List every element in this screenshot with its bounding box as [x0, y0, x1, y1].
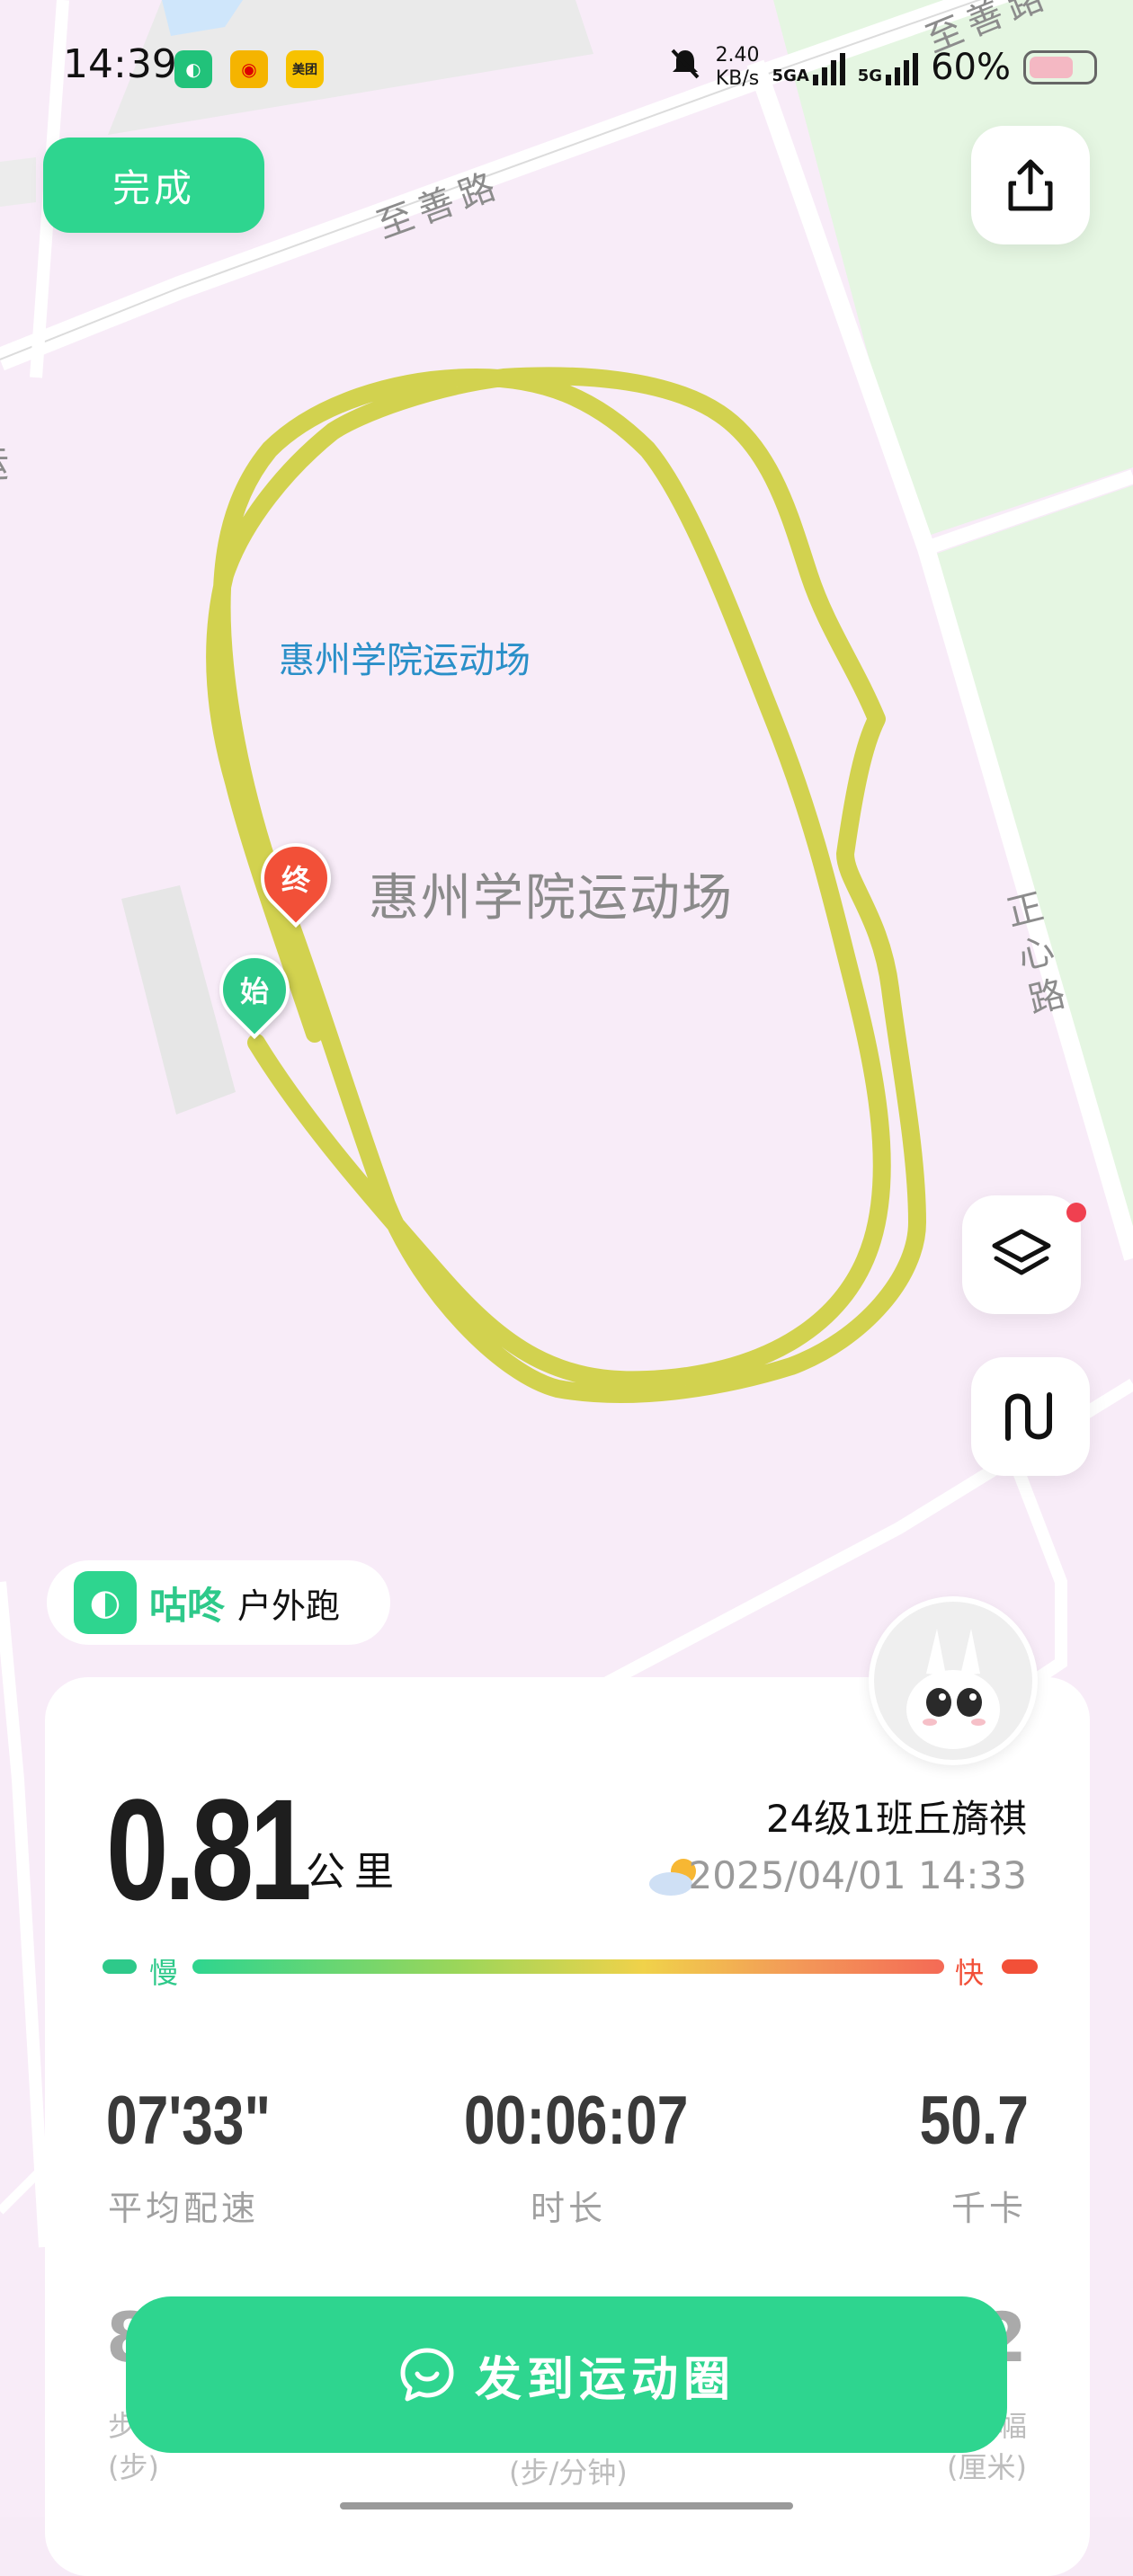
map-area-label: 惠州学院运动场 — [369, 869, 734, 928]
weibo-app-icon: ◉ — [230, 50, 268, 88]
share-icon — [1008, 159, 1053, 211]
calories-value: 50.7 — [919, 2083, 1029, 2159]
pace-bar-fast-end — [1002, 1959, 1038, 1974]
distance-value: 0.81 — [106, 1769, 312, 1930]
duration-label: 时长 — [531, 2189, 607, 2228]
layers-icon — [992, 1229, 1051, 1275]
distance-unit: 公里 — [306, 1849, 403, 1895]
avg-pace-label: 平均配速 — [108, 2189, 260, 2228]
chat-icon — [400, 2348, 454, 2402]
cadence-unit-partial: (步/分钟) — [509, 2456, 628, 2490]
status-right: 2.40 KB/s 5GA 5G 60% — [667, 36, 1097, 99]
map-layers-button[interactable] — [962, 1195, 1081, 1314]
net-speed: 2.40 KB/s — [715, 44, 760, 90]
mute-icon — [667, 45, 703, 90]
user-name: 24级1班丘旖祺 — [765, 1797, 1027, 1841]
post-button-label: 发到运动圈 — [474, 2352, 736, 2407]
codoon-logo-icon: ◐ — [74, 1571, 137, 1634]
route-replay-button[interactable] — [971, 1357, 1090, 1476]
signal-bars-icon — [812, 49, 845, 85]
activity-type: 户外跑 — [237, 1586, 341, 1626]
sim1-signal: 5GA — [772, 49, 845, 85]
activity-datetime: 2025/04/01 14:33 — [688, 1853, 1027, 1897]
map-poi-label: 惠州学院运动场 — [279, 640, 531, 681]
signal-bars-icon — [886, 49, 919, 85]
sim2-signal: 5G — [858, 49, 919, 85]
brand-name: 咕咚 — [149, 1583, 226, 1628]
post-to-feed-button[interactable]: 发到运动圈 — [126, 2296, 1007, 2453]
pace-bar-gradient — [192, 1959, 944, 1974]
meituan-app-icon: 美团 — [286, 50, 324, 88]
done-button[interactable]: 完成 — [43, 138, 264, 233]
slow-label: 慢 — [149, 1956, 179, 1990]
mascot-avatar[interactable] — [869, 1596, 1038, 1765]
duration-value: 00:06:07 — [464, 2083, 689, 2159]
notification-dot — [1066, 1203, 1086, 1222]
calories-label: 千卡 — [950, 2189, 1027, 2228]
battery-icon — [1023, 50, 1097, 84]
brand-badge: ◐ 咕咚 户外跑 — [47, 1560, 390, 1645]
mascot-icon — [906, 1629, 1000, 1749]
share-button[interactable] — [971, 126, 1090, 244]
avg-pace-value: 07'33" — [106, 2083, 272, 2159]
clock: 14:39 — [63, 41, 177, 87]
codoon-app-icon: ◐ — [174, 50, 212, 88]
home-indicator[interactable] — [340, 2502, 793, 2509]
route-icon — [1005, 1392, 1052, 1441]
fast-label: 快 — [955, 1956, 985, 1990]
pace-gradient-bar: 慢 快 — [103, 1950, 1038, 1990]
pace-bar-slow-end — [103, 1959, 137, 1974]
road-label-partial: 运 — [0, 435, 9, 487]
